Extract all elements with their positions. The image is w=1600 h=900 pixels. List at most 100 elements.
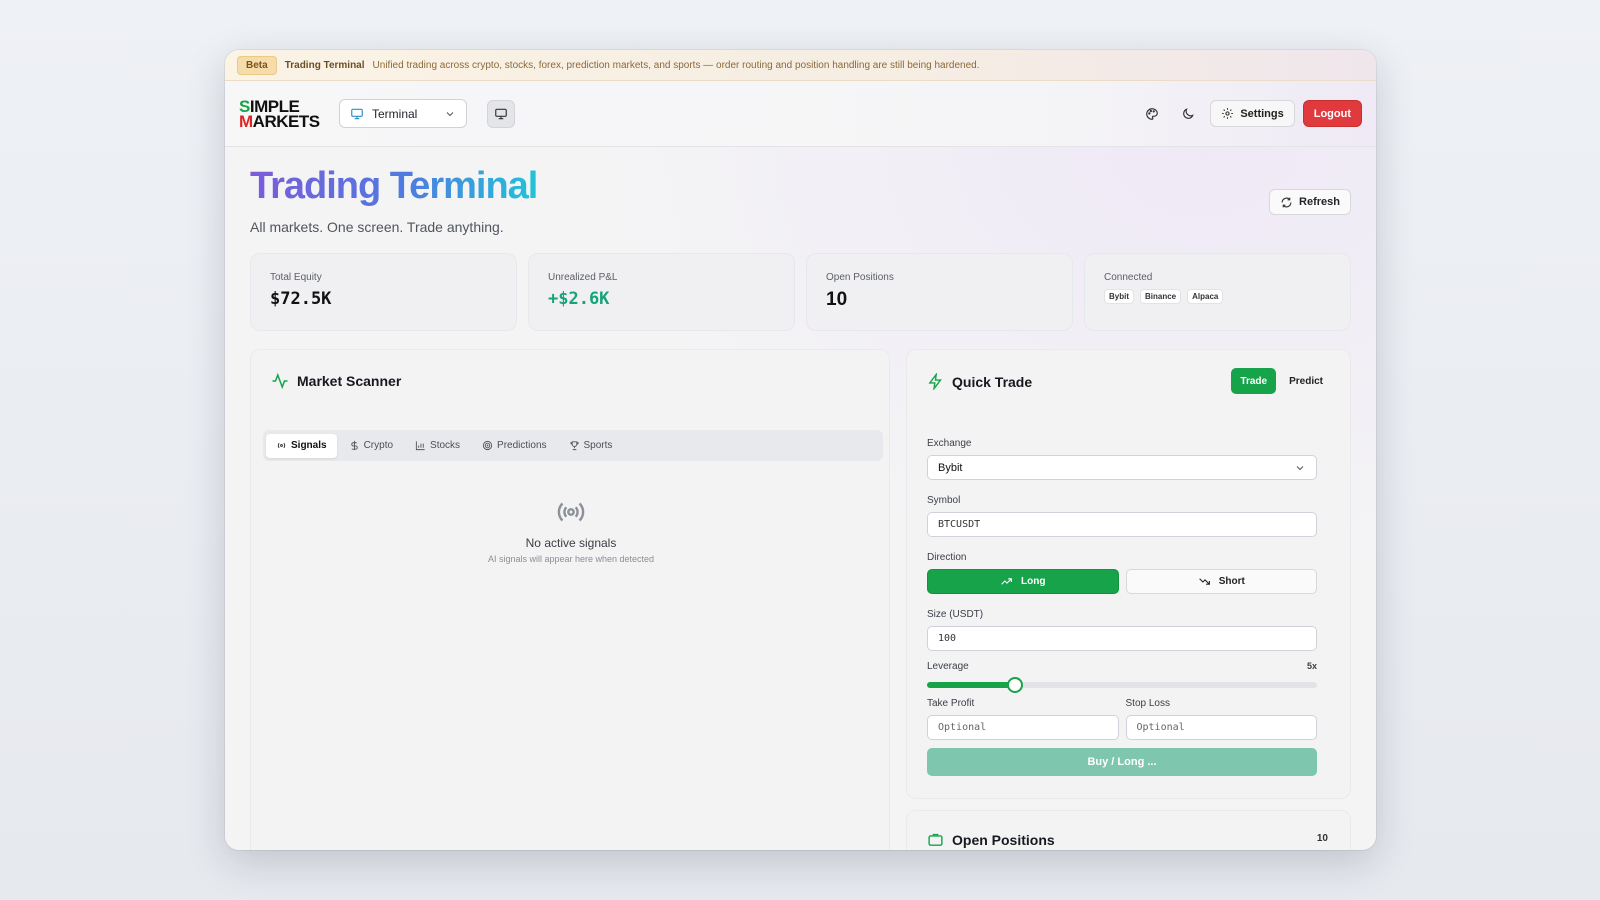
tab-sports[interactable]: Sports [559, 434, 623, 458]
logout-button[interactable]: Logout [1302, 100, 1362, 127]
stat-value: +$2.6K [548, 289, 610, 309]
trade-mode-toggle: Trade Predict [1231, 368, 1332, 394]
exchange-field: Exchange Bybit [927, 438, 1317, 480]
leverage-value: 5x [1306, 661, 1317, 671]
direction-field: Direction Long Short [927, 552, 1317, 594]
quick-trade-title: Quick Trade [927, 373, 1032, 390]
leverage-field: Leverage 5x [927, 661, 1317, 693]
theme-palette-button[interactable] [1138, 100, 1166, 128]
take-profit-input[interactable]: Optional [927, 715, 1119, 740]
tp-sl-fields: Take Profit Optional Stop Loss Optional [927, 698, 1317, 740]
size-input[interactable]: 100 [927, 626, 1317, 651]
monitor-icon [494, 107, 508, 121]
stat-connected: Connected Bybit Binance Alpaca [1084, 253, 1351, 331]
lightning-icon [927, 373, 944, 390]
stat-label: Total Equity [270, 272, 322, 283]
display-mode-button[interactable] [487, 99, 515, 128]
stat-unrealized-pnl: Unrealized P&L +$2.6K [528, 253, 795, 331]
symbol-input[interactable]: BTCUSDT [927, 512, 1317, 537]
view-select-value: Terminal [372, 106, 418, 121]
tab-predictions[interactable]: Predictions [472, 434, 556, 458]
empty-title: No active signals [525, 536, 617, 550]
leverage-slider-handle[interactable] [1006, 677, 1023, 693]
scanner-title: Market Scanner [271, 372, 401, 390]
chevron-down-icon [1294, 462, 1306, 474]
scanner-empty-state: No active signals AI signals will appear… [251, 496, 891, 564]
refresh-label: Refresh [1299, 196, 1340, 208]
app-window: Beta Trading Terminal Unified trading ac… [225, 50, 1376, 850]
stat-label: Connected [1104, 272, 1153, 283]
short-button[interactable]: Short [1125, 569, 1317, 594]
mode-predict-button[interactable]: Predict [1280, 368, 1332, 394]
open-positions-panel: Open Positions 10 [906, 810, 1351, 850]
chevron-down-icon [444, 108, 456, 120]
trending-down-icon [1198, 575, 1211, 588]
open-positions-title: Open Positions [927, 831, 1055, 848]
view-select[interactable]: Terminal [339, 99, 467, 128]
stat-label: Open Positions [826, 272, 894, 283]
beta-badge: Beta [237, 55, 277, 75]
monitor-icon [350, 107, 364, 121]
simple-markets-logo[interactable]: SIMPLE MARKETS [239, 98, 320, 130]
empty-subtitle: AI signals will appear here when detecte… [487, 554, 655, 564]
symbol-field: Symbol BTCUSDT [927, 495, 1317, 537]
target-icon [482, 440, 493, 451]
trophy-icon [569, 440, 580, 451]
size-label: Size (USDT) [927, 609, 984, 620]
activity-icon [271, 372, 289, 390]
stats-row: Total Equity $72.5K Unrealized P&L +$2.6… [250, 253, 1351, 331]
refresh-button[interactable]: Refresh [1269, 189, 1351, 215]
exchange-value: Bybit [938, 461, 963, 474]
stop-loss-label: Stop Loss [1125, 698, 1170, 709]
stat-value: 10 [826, 289, 848, 310]
settings-button[interactable]: Settings [1210, 100, 1295, 127]
direction-label: Direction [927, 552, 967, 563]
size-field: Size (USDT) 100 [927, 609, 1317, 651]
exchange-chips: Bybit Binance Alpaca [1104, 289, 1331, 304]
market-scanner-panel: Market Scanner Signals Crypto Stocks Pre… [250, 349, 890, 850]
refresh-icon [1280, 196, 1293, 209]
tab-crypto[interactable]: Crypto [339, 434, 403, 458]
exchange-chip: Alpaca [1187, 289, 1224, 304]
gear-icon [1221, 107, 1234, 120]
stat-label: Unrealized P&L [548, 272, 618, 283]
leverage-slider[interactable] [927, 677, 1317, 693]
take-profit-label: Take Profit [927, 698, 975, 709]
page-title: Trading Terminal [250, 165, 538, 207]
quick-trade-title-text: Quick Trade [952, 373, 1033, 390]
open-positions-count: 10 [1316, 833, 1328, 844]
submit-field: Buy / Long ... [927, 748, 1317, 776]
dark-mode-button[interactable] [1174, 100, 1202, 128]
leverage-slider-fill [927, 682, 1015, 688]
banner-message: Unified trading across crypto, stocks, f… [372, 59, 980, 71]
symbol-label: Symbol [927, 495, 961, 506]
exchange-label: Exchange [927, 438, 972, 449]
bar-chart-icon [415, 440, 426, 451]
briefcase-icon [927, 831, 944, 848]
radio-icon [251, 496, 891, 528]
buy-long-button[interactable]: Buy / Long ... [927, 748, 1317, 776]
quick-trade-panel: Quick Trade Trade Predict Exchange Bybit… [906, 349, 1351, 799]
leverage-label: Leverage [927, 661, 969, 672]
stat-total-equity: Total Equity $72.5K [250, 253, 517, 331]
dollar-icon [349, 440, 360, 451]
scanner-tabs: Signals Crypto Stocks Predictions Sports [263, 430, 883, 461]
settings-label: Settings [1240, 107, 1284, 120]
direction-toggle: Long Short [927, 569, 1317, 594]
radio-icon [276, 440, 287, 451]
stop-loss-input[interactable]: Optional [1125, 715, 1317, 740]
trending-up-icon [1000, 575, 1013, 588]
top-header: SIMPLE MARKETS Terminal Settings Logout [225, 81, 1376, 147]
tab-stocks[interactable]: Stocks [405, 434, 470, 458]
mode-trade-button[interactable]: Trade [1231, 368, 1277, 394]
exchange-chip: Bybit [1104, 289, 1134, 304]
exchange-select[interactable]: Bybit [927, 455, 1317, 480]
moon-icon [1181, 107, 1195, 121]
stat-open-positions: Open Positions 10 [806, 253, 1073, 331]
scanner-title-text: Market Scanner [297, 373, 402, 389]
tab-signals[interactable]: Signals [266, 433, 337, 458]
beta-banner: Beta Trading Terminal Unified trading ac… [225, 50, 1376, 81]
long-button[interactable]: Long [927, 569, 1119, 594]
exchange-chip: Binance [1140, 289, 1182, 304]
banner-title: Trading Terminal [284, 59, 365, 71]
